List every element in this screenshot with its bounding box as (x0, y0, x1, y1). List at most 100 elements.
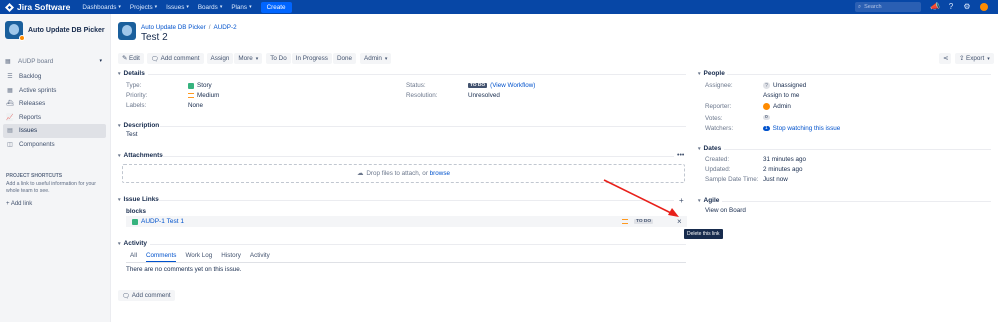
watchers-count-badge[interactable]: 1 (763, 126, 770, 131)
more-button[interactable]: More ▾ (234, 53, 263, 64)
nav-projects[interactable]: Projects ▾ (130, 4, 157, 11)
type-value: Story (188, 82, 212, 89)
linked-issue-summary[interactable]: Test 1 (167, 218, 184, 225)
nav-dashboards[interactable]: Dashboards ▾ (82, 4, 120, 11)
votes-value[interactable]: 0 (763, 115, 773, 120)
project-shortcuts-description: Add a link to useful information for you… (6, 181, 96, 194)
tab-comments[interactable]: Comments (146, 252, 177, 262)
chevron-down-icon: ▾ (154, 4, 158, 10)
sidebar-item-releases[interactable]: ⛴ Releases (3, 97, 106, 111)
share-button[interactable]: ⋖ (939, 53, 951, 64)
delete-link-tooltip: Delete this link (684, 229, 723, 239)
attachment-dropzone[interactable]: ☁ Drop files to attach, or browse (122, 164, 685, 183)
admin-button[interactable]: Admin ▾ (360, 53, 392, 64)
nav-plans[interactable]: Plans ▾ (231, 4, 251, 11)
link-relation-label: blocks (126, 208, 146, 215)
in-progress-button[interactable]: In Progress (291, 53, 332, 64)
watchers-label: Watchers: (705, 125, 734, 132)
assignee-label: Assignee: (705, 82, 733, 89)
browse-link[interactable]: browse (430, 170, 450, 177)
tab-work-log[interactable]: Work Log (185, 252, 212, 262)
sidebar-item-active-sprints[interactable]: ▦ Active sprints (3, 84, 106, 98)
create-button[interactable]: Create (260, 1, 292, 13)
sample-date-value: Just now (763, 176, 788, 183)
stop-watching-link[interactable]: Stop watching this issue (773, 125, 841, 132)
attachments-more-button[interactable]: ••• (677, 152, 684, 159)
tab-activity[interactable]: Activity (250, 252, 270, 262)
chevron-down-icon: ▾ (186, 4, 189, 10)
export-icon: ⇪ (959, 55, 965, 62)
project-name[interactable]: Auto Update DB Picker (28, 27, 105, 34)
search-icon: ⌕ (858, 3, 862, 10)
details-divider (148, 74, 686, 75)
jira-logo-icon (5, 2, 14, 12)
linked-issue-key[interactable]: AUDP-1 (141, 218, 165, 225)
resolution-label: Resolution: (406, 92, 438, 99)
sidebar-item-components[interactable]: ◫ Components (3, 138, 106, 152)
delete-link-button[interactable]: × (677, 217, 682, 226)
assign-to-me-link[interactable]: Assign to me (763, 92, 799, 99)
done-button[interactable]: Done (332, 53, 356, 64)
dates-section-header[interactable]: ▾ Dates (698, 145, 721, 152)
nav-boards[interactable]: Boards ▾ (198, 4, 222, 11)
agile-section-header[interactable]: ▾ Agile (698, 197, 719, 204)
tab-history[interactable]: History (221, 252, 241, 262)
jira-logo[interactable]: Jira Software (5, 2, 70, 12)
user-avatar[interactable] (980, 3, 988, 11)
jira-logo-text: Jira Software (17, 2, 71, 12)
updated-value: 2 minutes ago (763, 166, 803, 173)
description-section-header[interactable]: ▾ Description (118, 122, 159, 129)
export-button[interactable]: ⇪ Export ▾ (955, 53, 994, 64)
description-divider (160, 126, 686, 127)
project-sidebar: Auto Update DB Picker ▦ AUDP board ▾ ☰ Ba… (0, 14, 111, 322)
view-workflow-link[interactable]: (View Workflow) (490, 82, 535, 89)
add-comment-bottom-button[interactable]: 🗨 Add comment (118, 290, 175, 301)
annotation-arrow-icon (603, 179, 679, 217)
issue-title[interactable]: Test 2 (141, 32, 168, 43)
todo-button[interactable]: To Do (266, 53, 291, 64)
activity-section-header[interactable]: ▾ Activity (118, 240, 147, 247)
add-link-button[interactable]: + Add link (6, 201, 32, 207)
breadcrumb-project-link[interactable]: Auto Update DB Picker (141, 24, 206, 31)
search-input[interactable]: ⌕ Search (855, 2, 921, 12)
board-icon: ▦ (5, 58, 11, 65)
issue-links-section-header[interactable]: ▾ Issue Links (118, 196, 159, 203)
issue-project-avatar[interactable] (118, 22, 136, 40)
top-navigation: Jira Software Dashboards ▾ Projects ▾ Issu… (0, 0, 998, 14)
breadcrumb-issue-key-link[interactable]: AUDP-2 (214, 24, 237, 31)
breadcrumb: Auto Update DB Picker / AUDP-2 (141, 24, 237, 31)
reporter-value[interactable]: Admin (763, 103, 791, 110)
attachments-section-header[interactable]: ▾ Attachments (118, 152, 163, 159)
votes-label: Votes: (705, 115, 723, 122)
details-section-header[interactable]: ▾ Details (118, 70, 145, 77)
priority-value: Medium (188, 92, 219, 99)
sidebar-item-reports[interactable]: 📈 Reports (3, 111, 106, 125)
tabs-divider (126, 262, 686, 263)
description-text[interactable]: Test (126, 131, 138, 138)
view-on-board-link[interactable]: View on Board (705, 207, 746, 214)
watchers-value: 1 Stop watching this issue (763, 125, 840, 132)
chevron-down-icon: ▾ (698, 70, 701, 77)
chevron-down-icon: ▾ (99, 58, 102, 64)
assign-button[interactable]: Assign (206, 53, 234, 64)
add-issue-link-button[interactable]: + (679, 196, 684, 205)
activity-tabs: All Comments Work Log History Activity (130, 252, 279, 262)
board-selector[interactable]: ▦ AUDP board ▾ (5, 56, 105, 66)
people-section-header[interactable]: ▾ People (698, 70, 725, 77)
help-icon[interactable]: ? (947, 3, 955, 11)
sidebar-item-backlog[interactable]: ☰ Backlog (3, 70, 106, 84)
sidebar-item-issues[interactable]: ▤ Issues (3, 124, 106, 138)
created-label: Created: (705, 156, 730, 163)
tab-all[interactable]: All (130, 252, 137, 262)
project-avatar[interactable] (5, 21, 25, 41)
edit-button[interactable]: ✎ Edit (118, 53, 144, 64)
project-shortcuts-title: PROJECT SHORTCUTS (6, 173, 63, 179)
assignee-value[interactable]: ? Unassigned (763, 82, 806, 89)
nav-issues[interactable]: Issues ▾ (166, 4, 189, 11)
labels-value[interactable]: None (188, 102, 203, 109)
status-lozenge: TO DO (468, 83, 488, 88)
issue-link-row[interactable]: AUDP-1 Test 1 TO DO (126, 216, 687, 227)
add-comment-button[interactable]: 🗨 Add comment (146, 53, 204, 64)
settings-gear-icon[interactable]: ⚙ (963, 3, 971, 11)
megaphone-icon[interactable]: 📣 (930, 3, 940, 11)
